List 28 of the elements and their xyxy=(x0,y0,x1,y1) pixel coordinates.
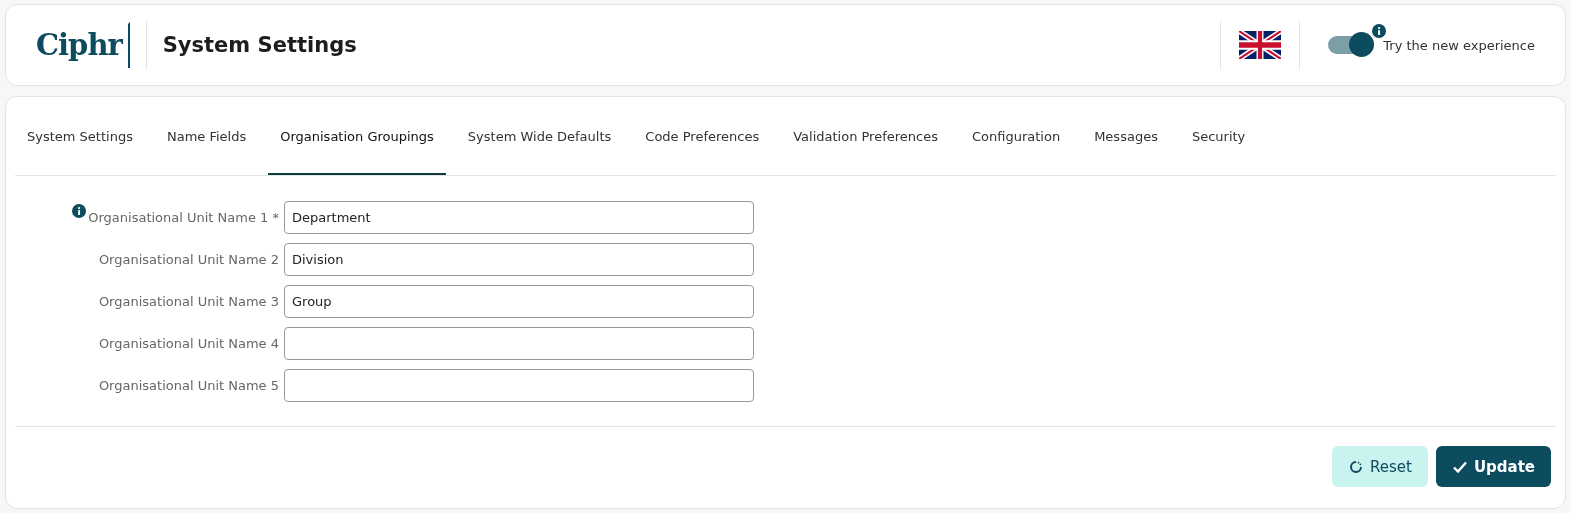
tab[interactable]: Messages xyxy=(1082,97,1170,175)
tab[interactable]: System Wide Defaults xyxy=(455,97,624,175)
flag-icon[interactable] xyxy=(1239,31,1282,59)
field-label: Organisational Unit Name 4 xyxy=(98,336,279,351)
tab[interactable]: Organisation Groupings xyxy=(268,97,446,175)
input-field[interactable] xyxy=(284,327,754,360)
update-button[interactable]: Update xyxy=(1435,446,1551,487)
reset-button[interactable]: Reset xyxy=(1331,446,1428,487)
tab[interactable]: Security xyxy=(1179,97,1258,175)
input-field[interactable]: Group xyxy=(284,285,754,318)
info-icon[interactable] xyxy=(1372,24,1387,38)
tab[interactable]: Configuration xyxy=(960,97,1073,175)
tab[interactable]: Code Preferences xyxy=(633,97,772,175)
input-field[interactable] xyxy=(284,369,754,402)
logo: Ciphr xyxy=(36,22,130,68)
tab[interactable]: System Settings xyxy=(15,97,145,175)
refresh-icon xyxy=(1347,458,1364,475)
tab[interactable]: Validation Preferences xyxy=(781,97,950,175)
field-label: Organisational Unit Name 3 xyxy=(98,294,279,309)
field-label: Organisational Unit Name 5 xyxy=(98,378,279,393)
field-label: Organisational Unit Name 2 xyxy=(98,252,279,267)
input-field[interactable]: Department xyxy=(284,201,754,234)
info-icon[interactable] xyxy=(72,204,87,218)
page-title: System Settings xyxy=(162,33,357,57)
toggle-label: Try the new experience xyxy=(1383,37,1535,53)
field-label: Organisational Unit Name 1 * xyxy=(88,210,279,225)
input-field[interactable]: Division xyxy=(284,243,754,276)
tab[interactable]: Name Fields xyxy=(154,97,259,175)
